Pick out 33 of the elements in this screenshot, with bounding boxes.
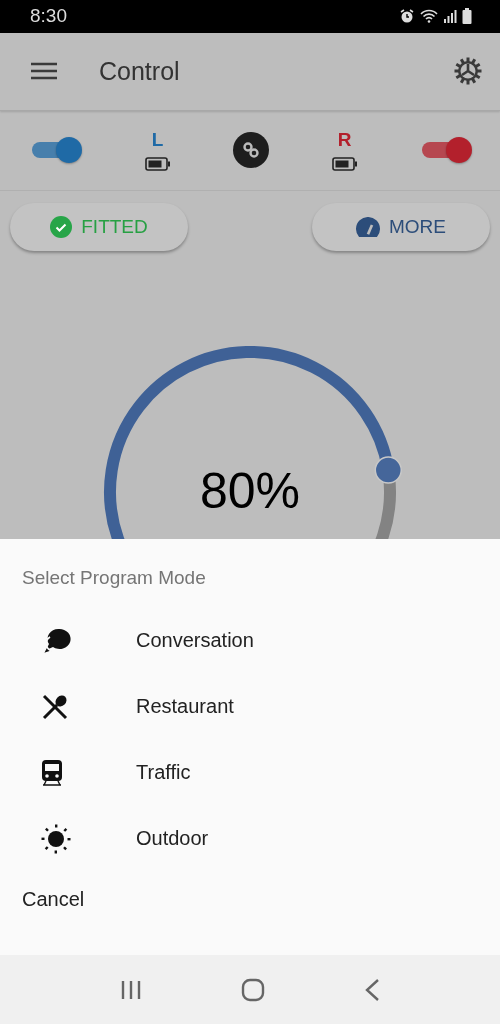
link-button[interactable] — [233, 132, 269, 169]
program-option[interactable]: Conversation — [0, 607, 274, 674]
app-title: Control — [99, 56, 181, 86]
side-label: L — [151, 129, 164, 152]
toggle-switch[interactable] — [30, 137, 82, 164]
sheet-title: Select Program Mode — [21, 565, 207, 590]
battery-icon — [331, 157, 358, 172]
fork-spoon-icon — [41, 692, 69, 721]
back-icon[interactable] — [364, 977, 381, 1002]
cancel-button[interactable]: Cancel — [0, 875, 107, 923]
train-icon — [41, 758, 63, 787]
home-icon[interactable] — [241, 977, 265, 1002]
menu-icon[interactable] — [31, 62, 57, 81]
wifi-icon — [420, 9, 438, 24]
program-option[interactable]: Outdoor — [0, 805, 229, 872]
gauge-icon — [356, 216, 380, 237]
battery-icon — [144, 157, 171, 172]
more-button[interactable]: MORE — [312, 202, 490, 251]
signal-icon — [443, 9, 457, 24]
program-option[interactable]: Restaurant — [0, 673, 254, 740]
recent-apps-icon[interactable] — [119, 979, 142, 1000]
check-icon — [50, 215, 73, 238]
sun-icon — [41, 823, 71, 854]
side-label: R — [337, 129, 352, 152]
toggle-switch[interactable] — [420, 137, 472, 164]
settings-icon[interactable] — [454, 57, 482, 86]
battery-icon — [462, 8, 472, 25]
speech-bubbles-icon — [41, 626, 71, 655]
status-time: 8:30 — [30, 5, 67, 28]
volume-reading: 80% — [199, 461, 301, 520]
program-option[interactable]: Traffic — [0, 739, 211, 806]
dial-handle[interactable] — [374, 455, 403, 484]
alarm-icon — [399, 8, 415, 25]
